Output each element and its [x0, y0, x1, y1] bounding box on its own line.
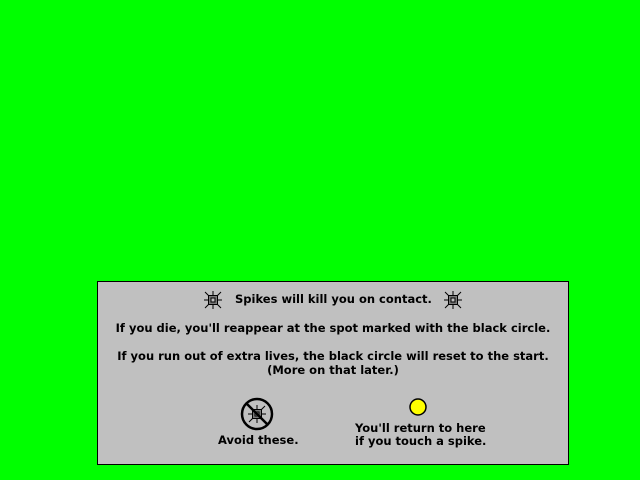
checkpoint-caption-line-2: if you touch a spike.: [355, 434, 487, 448]
spike-warning-text: Spikes will kill you on contact.: [235, 292, 432, 306]
reset-text: If you run out of extra lives, the black…: [117, 349, 549, 363]
checkpoint-circle-icon: [409, 398, 427, 416]
tutorial-panel: Spikes will kill you on contact. If you …: [97, 281, 569, 465]
avoid-caption: Avoid these.: [218, 433, 299, 447]
checkpoint-caption-line-1: You'll return to here: [355, 421, 486, 435]
no-spike-icon: [240, 397, 274, 431]
spike-icon: [444, 291, 462, 309]
spike-icon: [204, 291, 222, 309]
respawn-text: If you die, you'll reappear at the spot …: [115, 321, 551, 335]
reset-note-text: (More on that later.): [267, 363, 399, 377]
